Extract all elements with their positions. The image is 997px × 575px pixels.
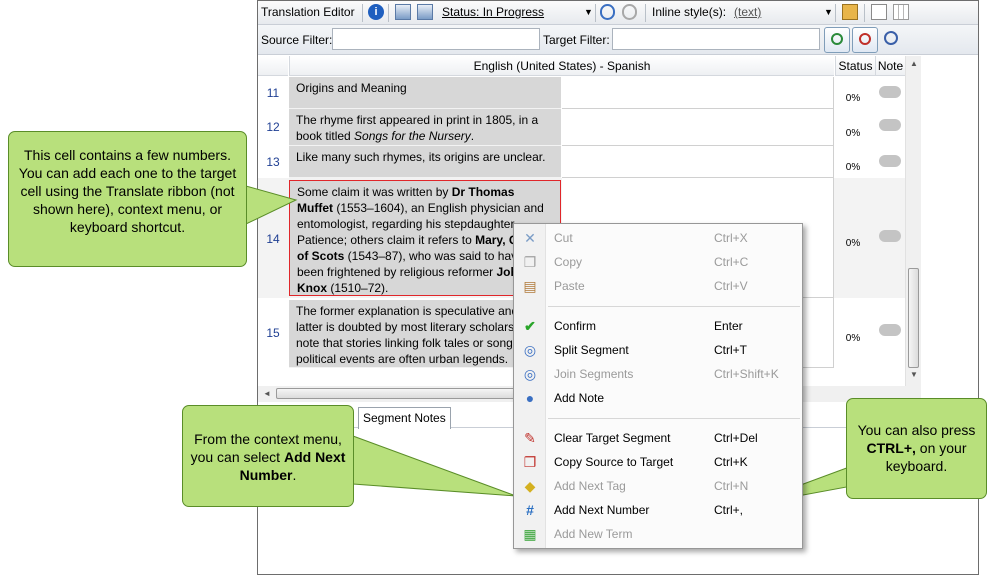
callout-cell-numbers: This cell contains a few numbers. You ca…	[8, 131, 247, 267]
menu-separator	[548, 306, 800, 307]
cut-icon: ✕	[524, 230, 536, 246]
copy-source-icon: ❐	[523, 454, 537, 470]
menu-item-split-segment[interactable]: ◎ Split Segment Ctrl+T	[514, 338, 802, 362]
check-icon: ✔	[524, 318, 536, 334]
menu-item-confirm[interactable]: ✔ Confirm Enter	[514, 314, 802, 338]
menu-separator	[548, 418, 800, 419]
note-icon: ●	[525, 390, 535, 406]
join-icon: ◎	[523, 366, 537, 382]
term-icon: ▦	[523, 526, 537, 542]
menu-item-add-new-term[interactable]: ▦ Add New Term	[514, 522, 802, 546]
tag-icon: ◆	[524, 478, 536, 494]
context-menu: ✕ Cut Ctrl+X ❐ Copy Ctrl+C ▤ Paste Ctrl+V ✔ Con…	[513, 223, 803, 549]
pointer-middle	[352, 435, 517, 497]
menu-item-add-next-number[interactable]: # Add Next Number Ctrl+,	[514, 498, 802, 522]
menu-item-paste[interactable]: ▤ Paste Ctrl+V	[514, 274, 802, 298]
menu-item-add-next-tag[interactable]: ◆ Add Next Tag Ctrl+N	[514, 474, 802, 498]
number-icon: #	[526, 502, 534, 518]
copy-icon: ❐	[523, 254, 537, 270]
menu-item-add-note[interactable]: ● Add Note	[514, 386, 802, 410]
menu-item-join-segments[interactable]: ◎ Join Segments Ctrl+Shift+K	[514, 362, 802, 386]
pointer-left	[245, 185, 298, 225]
menu-item-cut[interactable]: ✕ Cut Ctrl+X	[514, 226, 802, 250]
callout-context-menu: From the context menu, you can select Ad…	[182, 405, 354, 507]
paste-icon: ▤	[523, 278, 537, 294]
clear-icon: ✎	[524, 430, 536, 446]
menu-item-clear-target-segment[interactable]: ✎ Clear Target Segment Ctrl+Del	[514, 426, 802, 450]
menu-item-copy-source-to-target[interactable]: ❐ Copy Source to Target Ctrl+K	[514, 450, 802, 474]
split-icon: ◎	[523, 342, 537, 358]
menu-item-copy[interactable]: ❐ Copy Ctrl+C	[514, 250, 802, 274]
callout-keyboard: You can also press CTRL+, on your keyboa…	[846, 398, 987, 499]
